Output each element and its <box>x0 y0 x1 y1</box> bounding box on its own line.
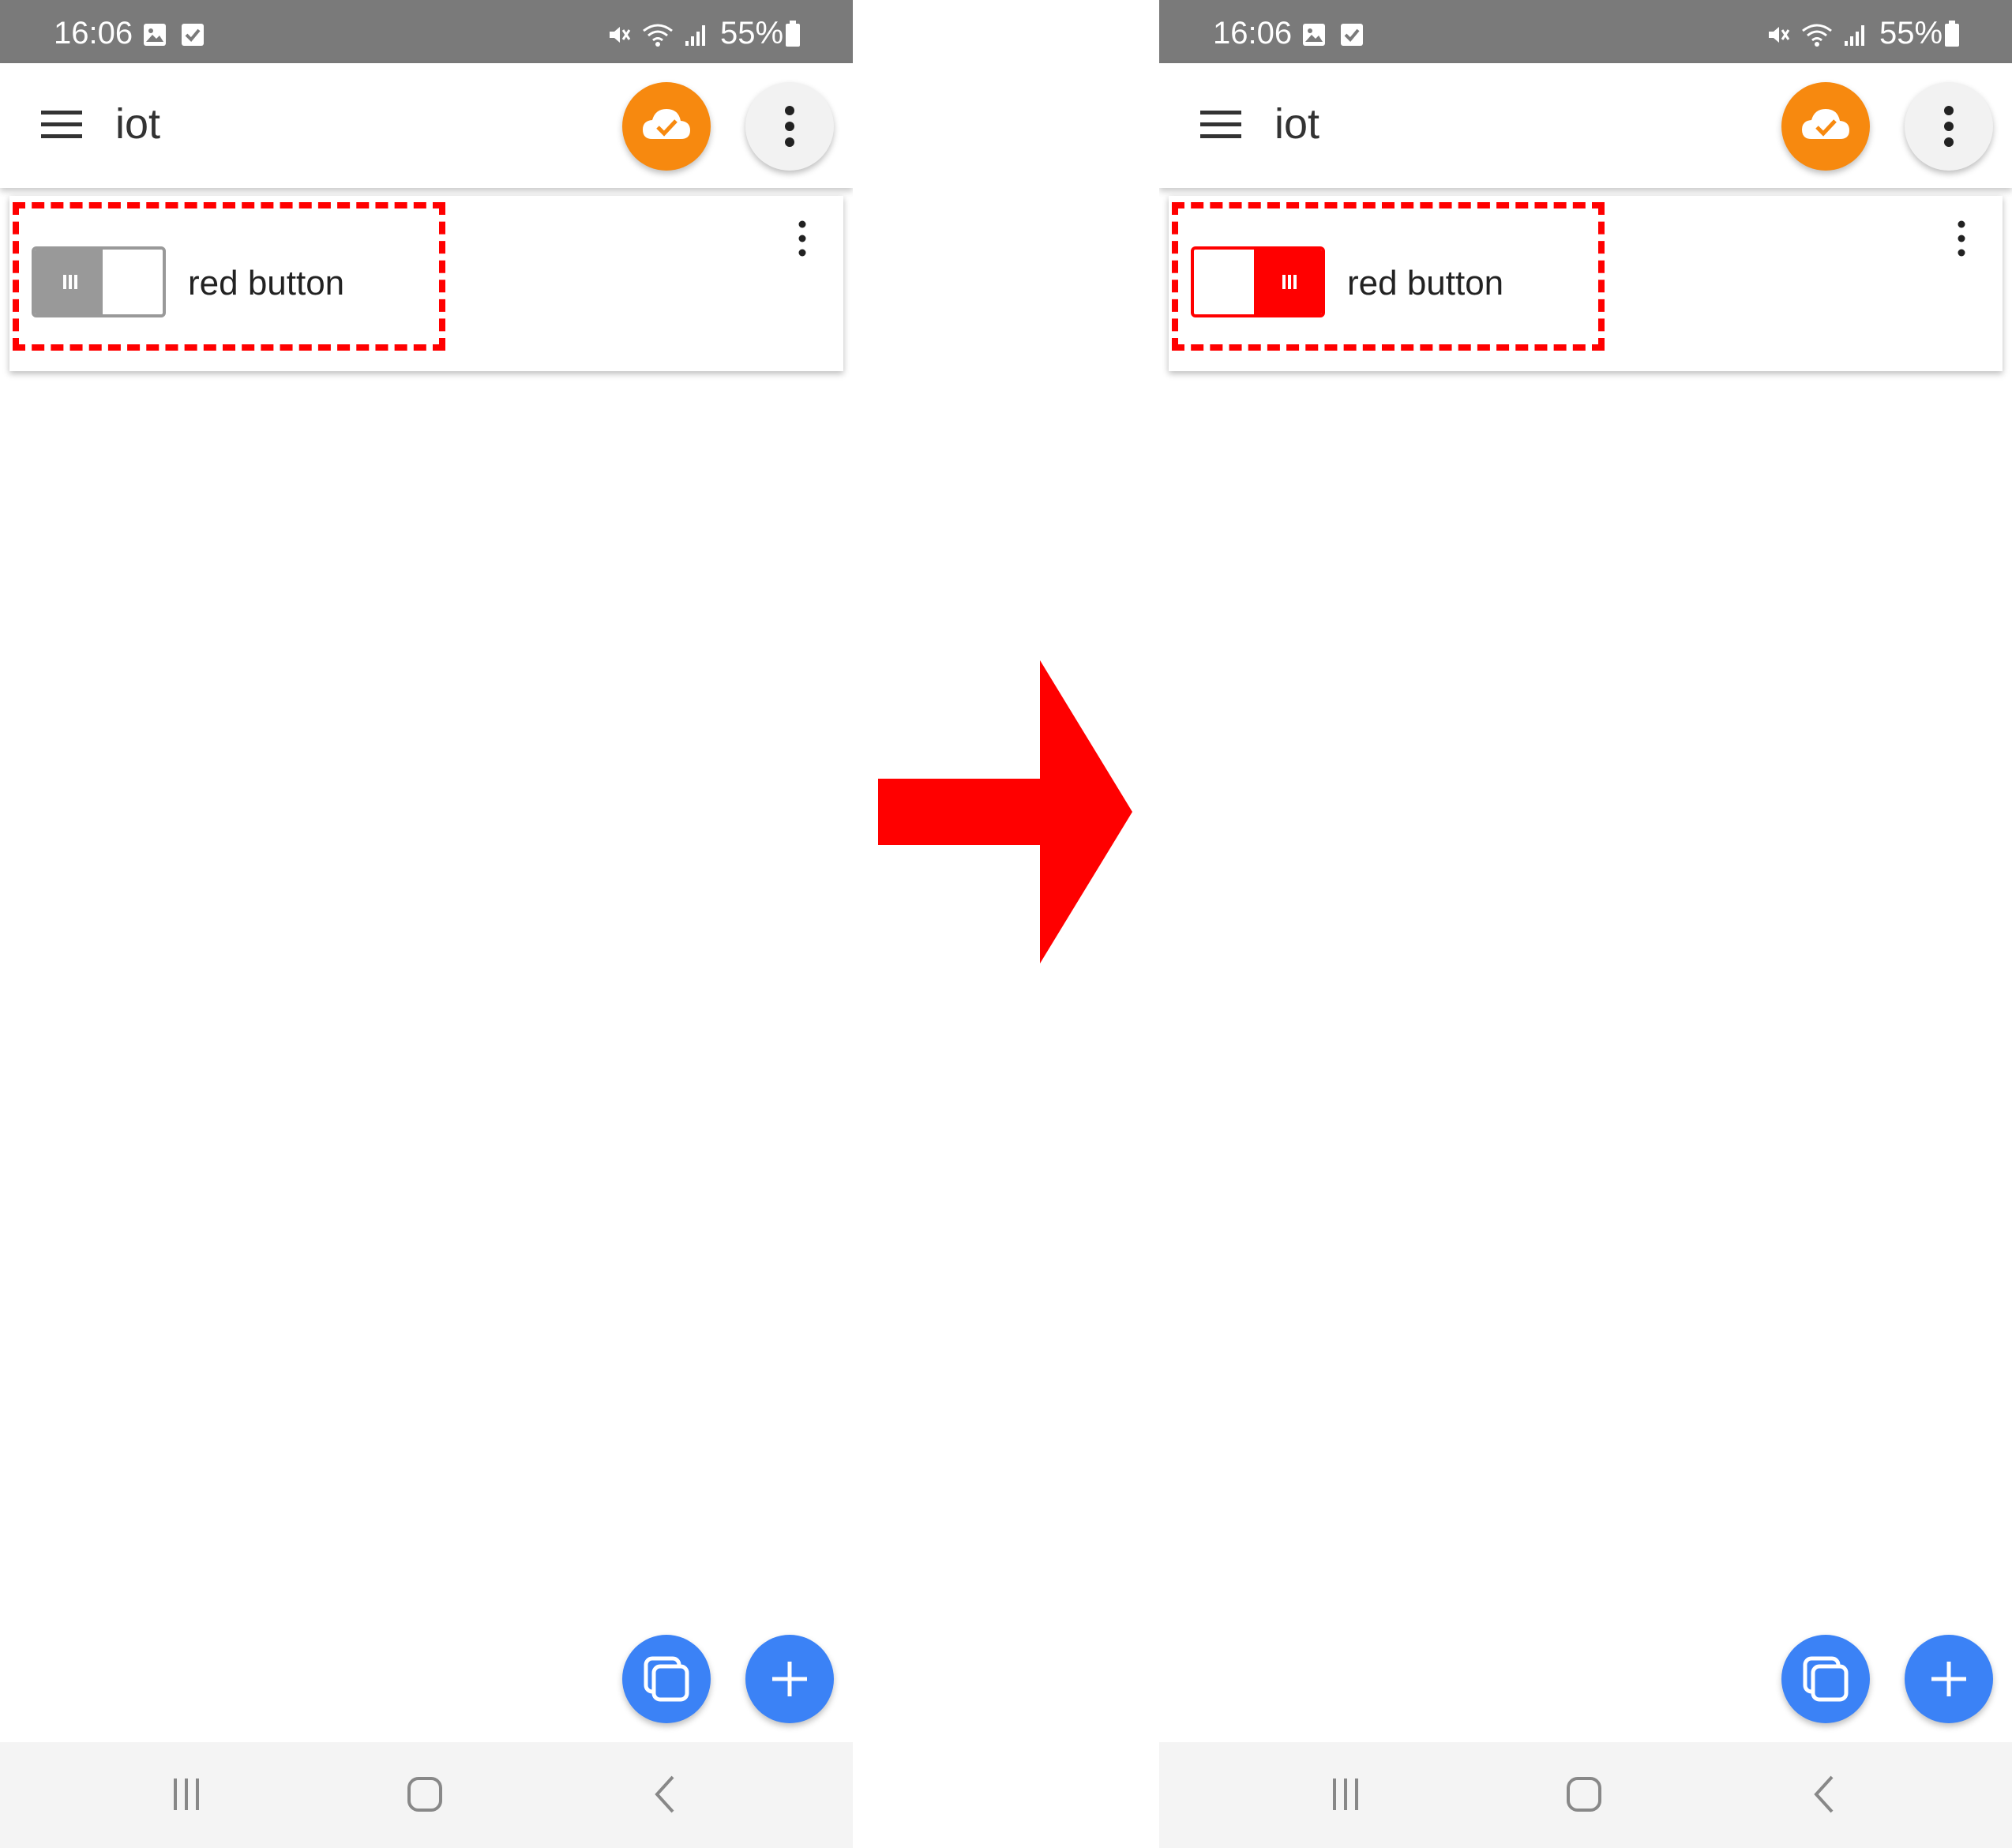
page-title: iot <box>115 100 161 148</box>
wifi-icon <box>1802 24 1832 47</box>
transition-arrow-icon <box>878 660 1132 963</box>
mute-icon <box>610 27 631 43</box>
device-card: red button <box>9 196 843 371</box>
app-bar: iot <box>1159 63 2012 188</box>
signal-icon <box>685 25 705 46</box>
plus-icon <box>772 1662 807 1696</box>
signal-icon <box>1845 25 1864 46</box>
grip-icon <box>63 275 77 289</box>
image-icon <box>1303 24 1325 46</box>
phone-screen-after: 16:06 55% iot red button <box>1159 0 2012 1848</box>
cloud-sync-icon <box>643 109 690 139</box>
cloud-sync-icon <box>1802 109 1849 139</box>
cloud-sync-button[interactable] <box>622 82 711 171</box>
status-bar: 16:06 55% <box>1159 0 2012 63</box>
status-time: 16:06 <box>1213 16 1293 51</box>
card-more-icon[interactable] <box>794 220 810 257</box>
copy-icon <box>644 1656 689 1702</box>
cloud-sync-button[interactable] <box>1781 82 1870 171</box>
toggle-knob[interactable] <box>35 250 103 314</box>
battery-icon <box>786 21 800 47</box>
home-icon <box>1567 1777 1601 1812</box>
item-label: red button <box>1347 264 1504 302</box>
back-button[interactable] <box>1800 1771 1848 1818</box>
copy-button[interactable] <box>1781 1635 1870 1723</box>
more-options-button[interactable] <box>745 82 834 171</box>
checkbox-icon <box>182 24 204 46</box>
phone-screen-before: 16:06 55% iot red button <box>0 0 853 1848</box>
battery-icon <box>1945 21 1959 47</box>
checkbox-icon <box>1341 24 1363 46</box>
menu-icon[interactable] <box>1200 109 1241 141</box>
card-more-icon[interactable] <box>1954 220 1969 257</box>
home-button[interactable] <box>1560 1771 1608 1818</box>
status-bar: 16:06 55% <box>0 0 853 63</box>
copy-button[interactable] <box>622 1635 711 1723</box>
copy-icon <box>1803 1656 1849 1702</box>
image-icon <box>144 24 166 46</box>
toggle-switch[interactable] <box>32 246 166 317</box>
app-bar: iot <box>0 63 853 188</box>
toggle-switch[interactable] <box>1191 246 1325 317</box>
item-label: red button <box>188 264 345 302</box>
back-icon <box>1814 1775 1834 1813</box>
status-time: 16:06 <box>54 16 133 51</box>
recents-icon <box>1333 1779 1358 1810</box>
menu-icon[interactable] <box>41 109 82 141</box>
back-button[interactable] <box>641 1771 689 1818</box>
more-options-button[interactable] <box>1905 82 1993 171</box>
battery-percentage: 55% <box>1879 16 1943 51</box>
battery-percentage: 55% <box>720 16 784 51</box>
system-nav-bar <box>0 1742 853 1848</box>
wifi-icon <box>643 24 673 47</box>
add-button[interactable] <box>745 1635 834 1723</box>
add-button[interactable] <box>1905 1635 1993 1723</box>
system-nav-bar <box>1159 1742 2012 1848</box>
recents-icon <box>174 1779 199 1810</box>
page-title: iot <box>1274 100 1320 148</box>
more-vert-icon <box>785 106 794 147</box>
more-vert-icon <box>1944 106 1954 147</box>
toggle-knob[interactable] <box>1254 250 1322 314</box>
recents-button[interactable] <box>163 1771 210 1818</box>
grip-icon <box>1282 275 1297 289</box>
mute-icon <box>1769 27 1790 43</box>
device-card: red button <box>1169 196 2003 371</box>
plus-icon <box>1931 1662 1966 1696</box>
recents-button[interactable] <box>1322 1771 1369 1818</box>
back-icon <box>655 1775 674 1813</box>
home-icon <box>407 1777 442 1812</box>
home-button[interactable] <box>401 1771 449 1818</box>
